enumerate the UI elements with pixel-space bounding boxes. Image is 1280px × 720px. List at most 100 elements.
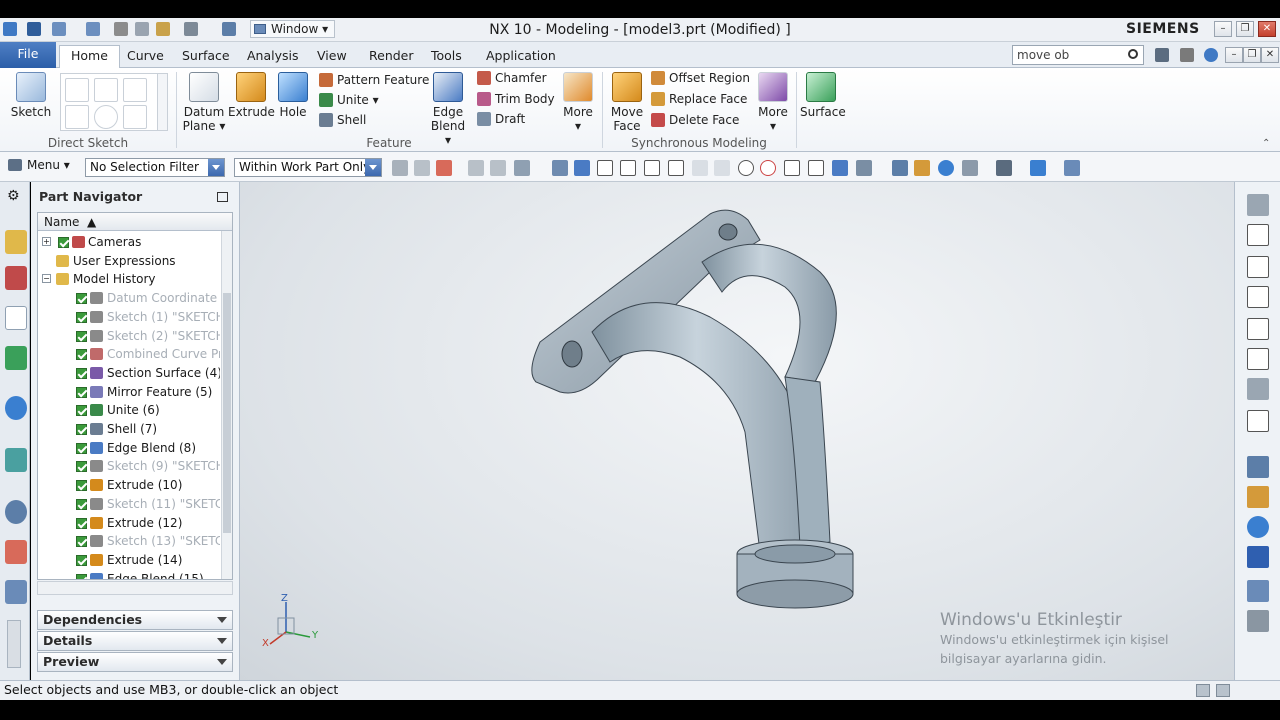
view-right-icon[interactable]: [1247, 286, 1269, 308]
view-left-icon[interactable]: [1247, 318, 1269, 340]
visibility-checkbox[interactable]: [58, 237, 69, 248]
visibility-checkbox[interactable]: [76, 498, 87, 510]
selection-filter-select[interactable]: No Selection Filter: [85, 158, 225, 177]
selection-scope-select[interactable]: Within Work Part Only: [234, 158, 382, 177]
navigator-row[interactable]: User Expressions: [38, 252, 220, 271]
quadrant-snap-icon[interactable]: [714, 160, 730, 176]
doc-minimize-button[interactable]: –: [1225, 47, 1243, 63]
navigator-row[interactable]: Section Surface (4): [38, 364, 220, 383]
navigator-row[interactable]: Sketch (2) "SKETCH...: [38, 327, 220, 346]
visibility-checkbox[interactable]: [76, 293, 87, 305]
wireframe-icon[interactable]: [574, 160, 590, 176]
tab-file[interactable]: File: [0, 42, 56, 68]
draft-button[interactable]: Draft: [477, 109, 525, 129]
visibility-checkbox[interactable]: [76, 405, 87, 417]
navigator-row[interactable]: Extrude (14): [38, 551, 220, 570]
profile-icon[interactable]: [65, 78, 89, 102]
view-top-icon[interactable]: [1247, 256, 1269, 278]
fit-view-icon[interactable]: [1247, 546, 1269, 568]
delete-face-button[interactable]: Delete Face: [651, 110, 739, 130]
circle-icon[interactable]: [94, 105, 118, 129]
gallery-scroll[interactable]: [157, 73, 168, 131]
navigator-row[interactable]: Shell (7): [38, 420, 220, 439]
point-on-curve-snap-icon[interactable]: [760, 160, 776, 176]
navigator-row[interactable]: Extrude (12): [38, 514, 220, 533]
view-trimetric-icon[interactable]: [1247, 194, 1269, 216]
visibility-checkbox[interactable]: [76, 424, 87, 435]
surface-button[interactable]: Surface: [800, 72, 846, 119]
expand-toggle-icon[interactable]: +: [42, 237, 51, 246]
rectangle-icon[interactable]: [94, 78, 118, 102]
navigator-row[interactable]: Extrude (10): [38, 476, 220, 495]
offset-region-button[interactable]: Offset Region: [651, 68, 750, 88]
system-materials-icon[interactable]: [5, 540, 27, 564]
minimize-button[interactable]: –: [1214, 21, 1232, 37]
existing-point-snap-icon[interactable]: [784, 160, 800, 176]
tab-surface[interactable]: Surface: [171, 46, 241, 68]
replace-face-button[interactable]: Replace Face: [651, 89, 747, 109]
view-bottom-icon[interactable]: [1247, 348, 1269, 370]
navigator-row[interactable]: + Cameras: [38, 233, 220, 252]
more-view-icon[interactable]: [1247, 610, 1269, 632]
command-search-input[interactable]: move ob: [1012, 45, 1144, 65]
fit-icon[interactable]: [892, 160, 908, 176]
unite-button[interactable]: Unite ▾: [319, 90, 379, 110]
navigator-row[interactable]: Sketch (11) "SKETC...: [38, 495, 220, 514]
trim-body-button[interactable]: Trim Body: [477, 89, 555, 109]
navigator-row[interactable]: Sketch (1) "SKETCH...: [38, 308, 220, 327]
point-on-face-snap-icon[interactable]: [808, 160, 824, 176]
endpoint-snap-icon[interactable]: [597, 160, 613, 176]
navigator-row[interactable]: Sketch (9) "SKETCH...: [38, 457, 220, 476]
visibility-checkbox[interactable]: [76, 461, 87, 473]
expand-toggle-icon[interactable]: −: [42, 274, 51, 284]
cue-line-icon[interactable]: [1216, 684, 1230, 697]
constraint-navigator-icon[interactable]: [5, 266, 27, 290]
visibility-checkbox[interactable]: [76, 536, 87, 548]
graphics-viewport[interactable]: Z Y X: [240, 182, 1234, 680]
sync-more-button[interactable]: More ▾: [755, 72, 791, 133]
horizontal-scrollbar[interactable]: [37, 581, 233, 595]
view-isometric-icon[interactable]: [1247, 378, 1269, 400]
dependencies-panel[interactable]: Dependencies: [37, 610, 233, 630]
pan-icon[interactable]: [1247, 486, 1269, 508]
fit-window-icon[interactable]: [1155, 48, 1169, 62]
ribbon-collapse-icon[interactable]: ⌃: [1262, 138, 1270, 149]
move-face-button[interactable]: Move Face: [608, 72, 646, 133]
visibility-checkbox[interactable]: [76, 573, 87, 579]
web-browser-icon[interactable]: [5, 448, 27, 472]
point-icon[interactable]: [123, 105, 147, 129]
zoom-window-icon[interactable]: [1247, 456, 1269, 478]
selection-intent-icon[interactable]: [436, 160, 452, 176]
shell-button[interactable]: Shell: [319, 110, 366, 130]
navigator-row[interactable]: Datum Coordinate ...: [38, 289, 220, 308]
tangent-snap-icon[interactable]: [692, 160, 708, 176]
column-header-name[interactable]: Name ▲: [38, 213, 232, 231]
snap-icon[interactable]: [392, 160, 408, 176]
maximize-panel-icon[interactable]: [217, 192, 228, 202]
view-back-icon[interactable]: [1247, 410, 1269, 432]
sketch-button[interactable]: Sketch: [8, 72, 54, 119]
shaded-icon[interactable]: [552, 160, 568, 176]
part-navigator-icon[interactable]: [5, 306, 27, 330]
rendering-style-icon[interactable]: [996, 160, 1012, 176]
view-settings-icon[interactable]: [1064, 160, 1080, 176]
control-point-snap-icon[interactable]: [644, 160, 660, 176]
navigator-row[interactable]: Sketch (13) "SKETC...: [38, 532, 220, 551]
assembly-navigator-icon[interactable]: [5, 230, 27, 254]
zoom-icon[interactable]: [914, 160, 930, 176]
orient-view-icon[interactable]: [962, 160, 978, 176]
visibility-checkbox[interactable]: [76, 367, 87, 379]
navigator-row[interactable]: Unite (6): [38, 401, 220, 420]
feature-more-button[interactable]: More ▾: [560, 72, 596, 133]
tab-render[interactable]: Render: [358, 46, 425, 68]
full-screen-icon[interactable]: [1196, 684, 1210, 697]
hole-button[interactable]: Hole: [276, 72, 310, 119]
resource-bar-scroll[interactable]: [7, 620, 21, 668]
visibility-checkbox[interactable]: [76, 442, 87, 454]
navigator-row[interactable]: Mirror Feature (5): [38, 383, 220, 402]
history-icon[interactable]: [5, 500, 27, 524]
reset-snap-icon[interactable]: [856, 160, 872, 176]
preview-panel[interactable]: Preview: [37, 652, 233, 672]
bounded-grid-snap-icon[interactable]: [832, 160, 848, 176]
visibility-checkbox[interactable]: [76, 349, 87, 361]
